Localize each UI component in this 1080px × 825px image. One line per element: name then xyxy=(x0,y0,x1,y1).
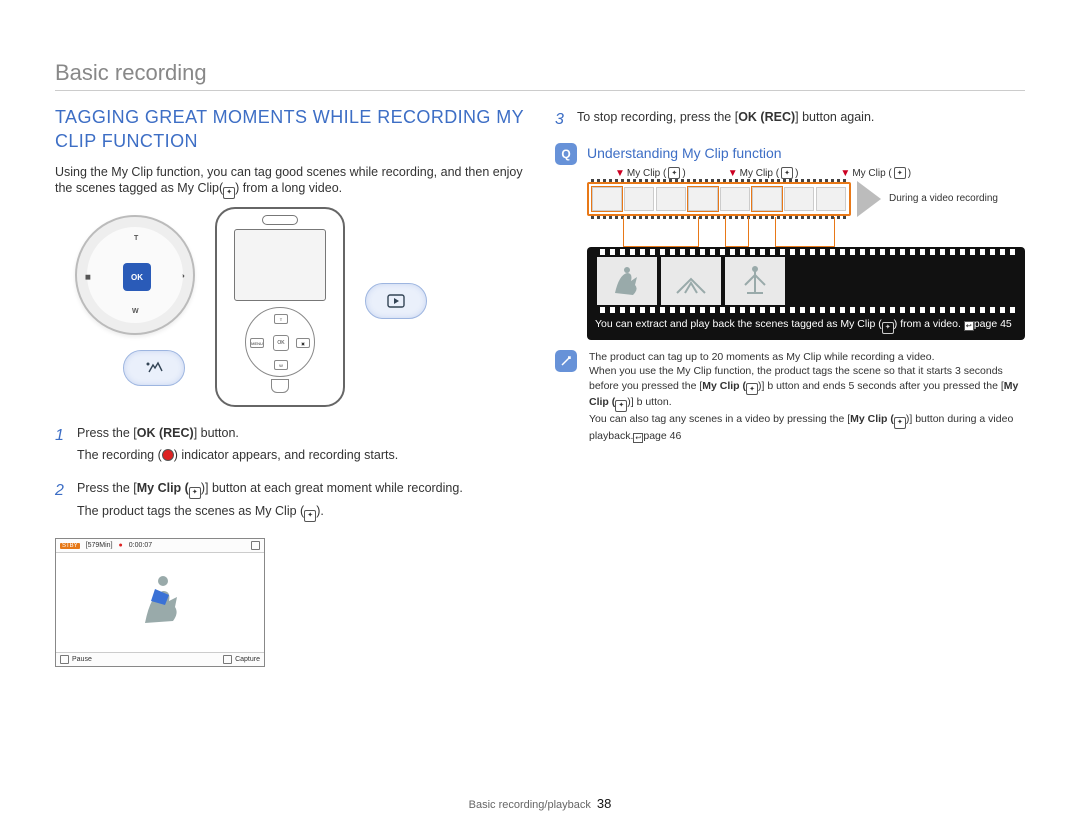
myclip-icon: ✦ xyxy=(894,417,906,429)
arrow-right-icon xyxy=(857,181,881,217)
result-filmstrip: You can extract and play back the scenes… xyxy=(587,247,1025,340)
info-understanding: Q Understanding My Clip function ▼My Cli… xyxy=(555,143,1025,340)
device-illustration: OK T W ◼ ◑ OK T W xyxy=(65,215,515,415)
dpad-left-icon: ◼ xyxy=(85,273,91,281)
dpad-down-label: W xyxy=(132,308,139,315)
battery-icon xyxy=(251,541,260,550)
myclip-icon: ✦ xyxy=(223,187,235,199)
camcorder-outline: OK T W MENU ▣ xyxy=(215,207,345,407)
play-button xyxy=(365,283,427,319)
marker-icon: ▼ xyxy=(615,168,625,179)
step-number: 1 xyxy=(55,425,67,468)
page-title: Basic recording xyxy=(55,60,1025,91)
step-2: 2 Press the [My Clip (✦)] button at each… xyxy=(55,480,525,526)
lcd-preview: STBY [579Min] ● 0:00:07 HD Pause Capture xyxy=(55,538,265,667)
note-text: The product can tag up to 20 moments as … xyxy=(589,350,1025,364)
remaining-time: [579Min] xyxy=(86,542,113,549)
page-footer: Basic recording/playback38 xyxy=(0,796,1080,811)
step-3: 3 To stop recording, press the [OK (REC)… xyxy=(555,109,1025,131)
intro-text: Using the My Clip function, you can tag … xyxy=(55,164,525,200)
during-recording-label: During a video recording xyxy=(889,193,998,205)
myclip-icon: ✦ xyxy=(668,167,680,179)
marker-icon: ▼ xyxy=(840,168,850,179)
myclip-icon: ✦ xyxy=(615,400,627,412)
myclip-icon: ✦ xyxy=(882,322,894,334)
ok-button-label: OK xyxy=(123,263,151,291)
step-number: 3 xyxy=(555,109,567,131)
myclip-button xyxy=(123,350,185,386)
step-1: 1 Press the [OK (REC)] button. The recor… xyxy=(55,425,525,468)
hd-label: HD xyxy=(0,655,176,664)
info-q-icon: Q xyxy=(555,143,577,165)
section-title: TAGGING GREAT MOMENTS WHILE RECORDING MY… xyxy=(55,105,525,154)
extract-connectors xyxy=(609,217,1025,247)
myclip-icon: ✦ xyxy=(781,167,793,179)
stby-badge: STBY xyxy=(60,543,80,549)
marker-icon: ▼ xyxy=(728,168,738,179)
note-icon xyxy=(555,350,577,372)
myclip-icon: ✦ xyxy=(189,487,201,499)
myclip-icon: ✦ xyxy=(746,383,758,395)
mini-menu-label: MENU xyxy=(250,338,264,348)
dpad-up-label: T xyxy=(134,235,138,242)
dpad-control: OK T W ◼ ◑ xyxy=(75,215,195,335)
rec-time: 0:00:07 xyxy=(129,542,152,549)
record-indicator-icon xyxy=(162,449,174,461)
myclip-icon: ✦ xyxy=(304,510,316,522)
page-ref-icon[interactable]: ↩ xyxy=(633,433,643,443)
capture-icon xyxy=(223,655,232,664)
page-number: 38 xyxy=(597,796,611,811)
left-column: TAGGING GREAT MOMENTS WHILE RECORDING MY… xyxy=(55,105,525,667)
info-title: Understanding My Clip function xyxy=(587,145,1025,161)
info-notes: The product can tag up to 20 moments as … xyxy=(555,350,1025,443)
note-text: You can also tag any scenes in a video b… xyxy=(589,412,1025,443)
source-filmstrip xyxy=(587,182,851,216)
dpad-right-icon: ◑ xyxy=(181,273,185,280)
right-column: 3 To stop recording, press the [OK (REC)… xyxy=(555,105,1025,667)
step-number: 2 xyxy=(55,480,67,526)
myclip-icon: ✦ xyxy=(894,167,906,179)
note-text: When you use the My Clip function, the p… xyxy=(589,364,1025,412)
mini-ok-label: OK xyxy=(273,335,289,351)
page-ref-icon[interactable]: ↩ xyxy=(964,321,974,331)
